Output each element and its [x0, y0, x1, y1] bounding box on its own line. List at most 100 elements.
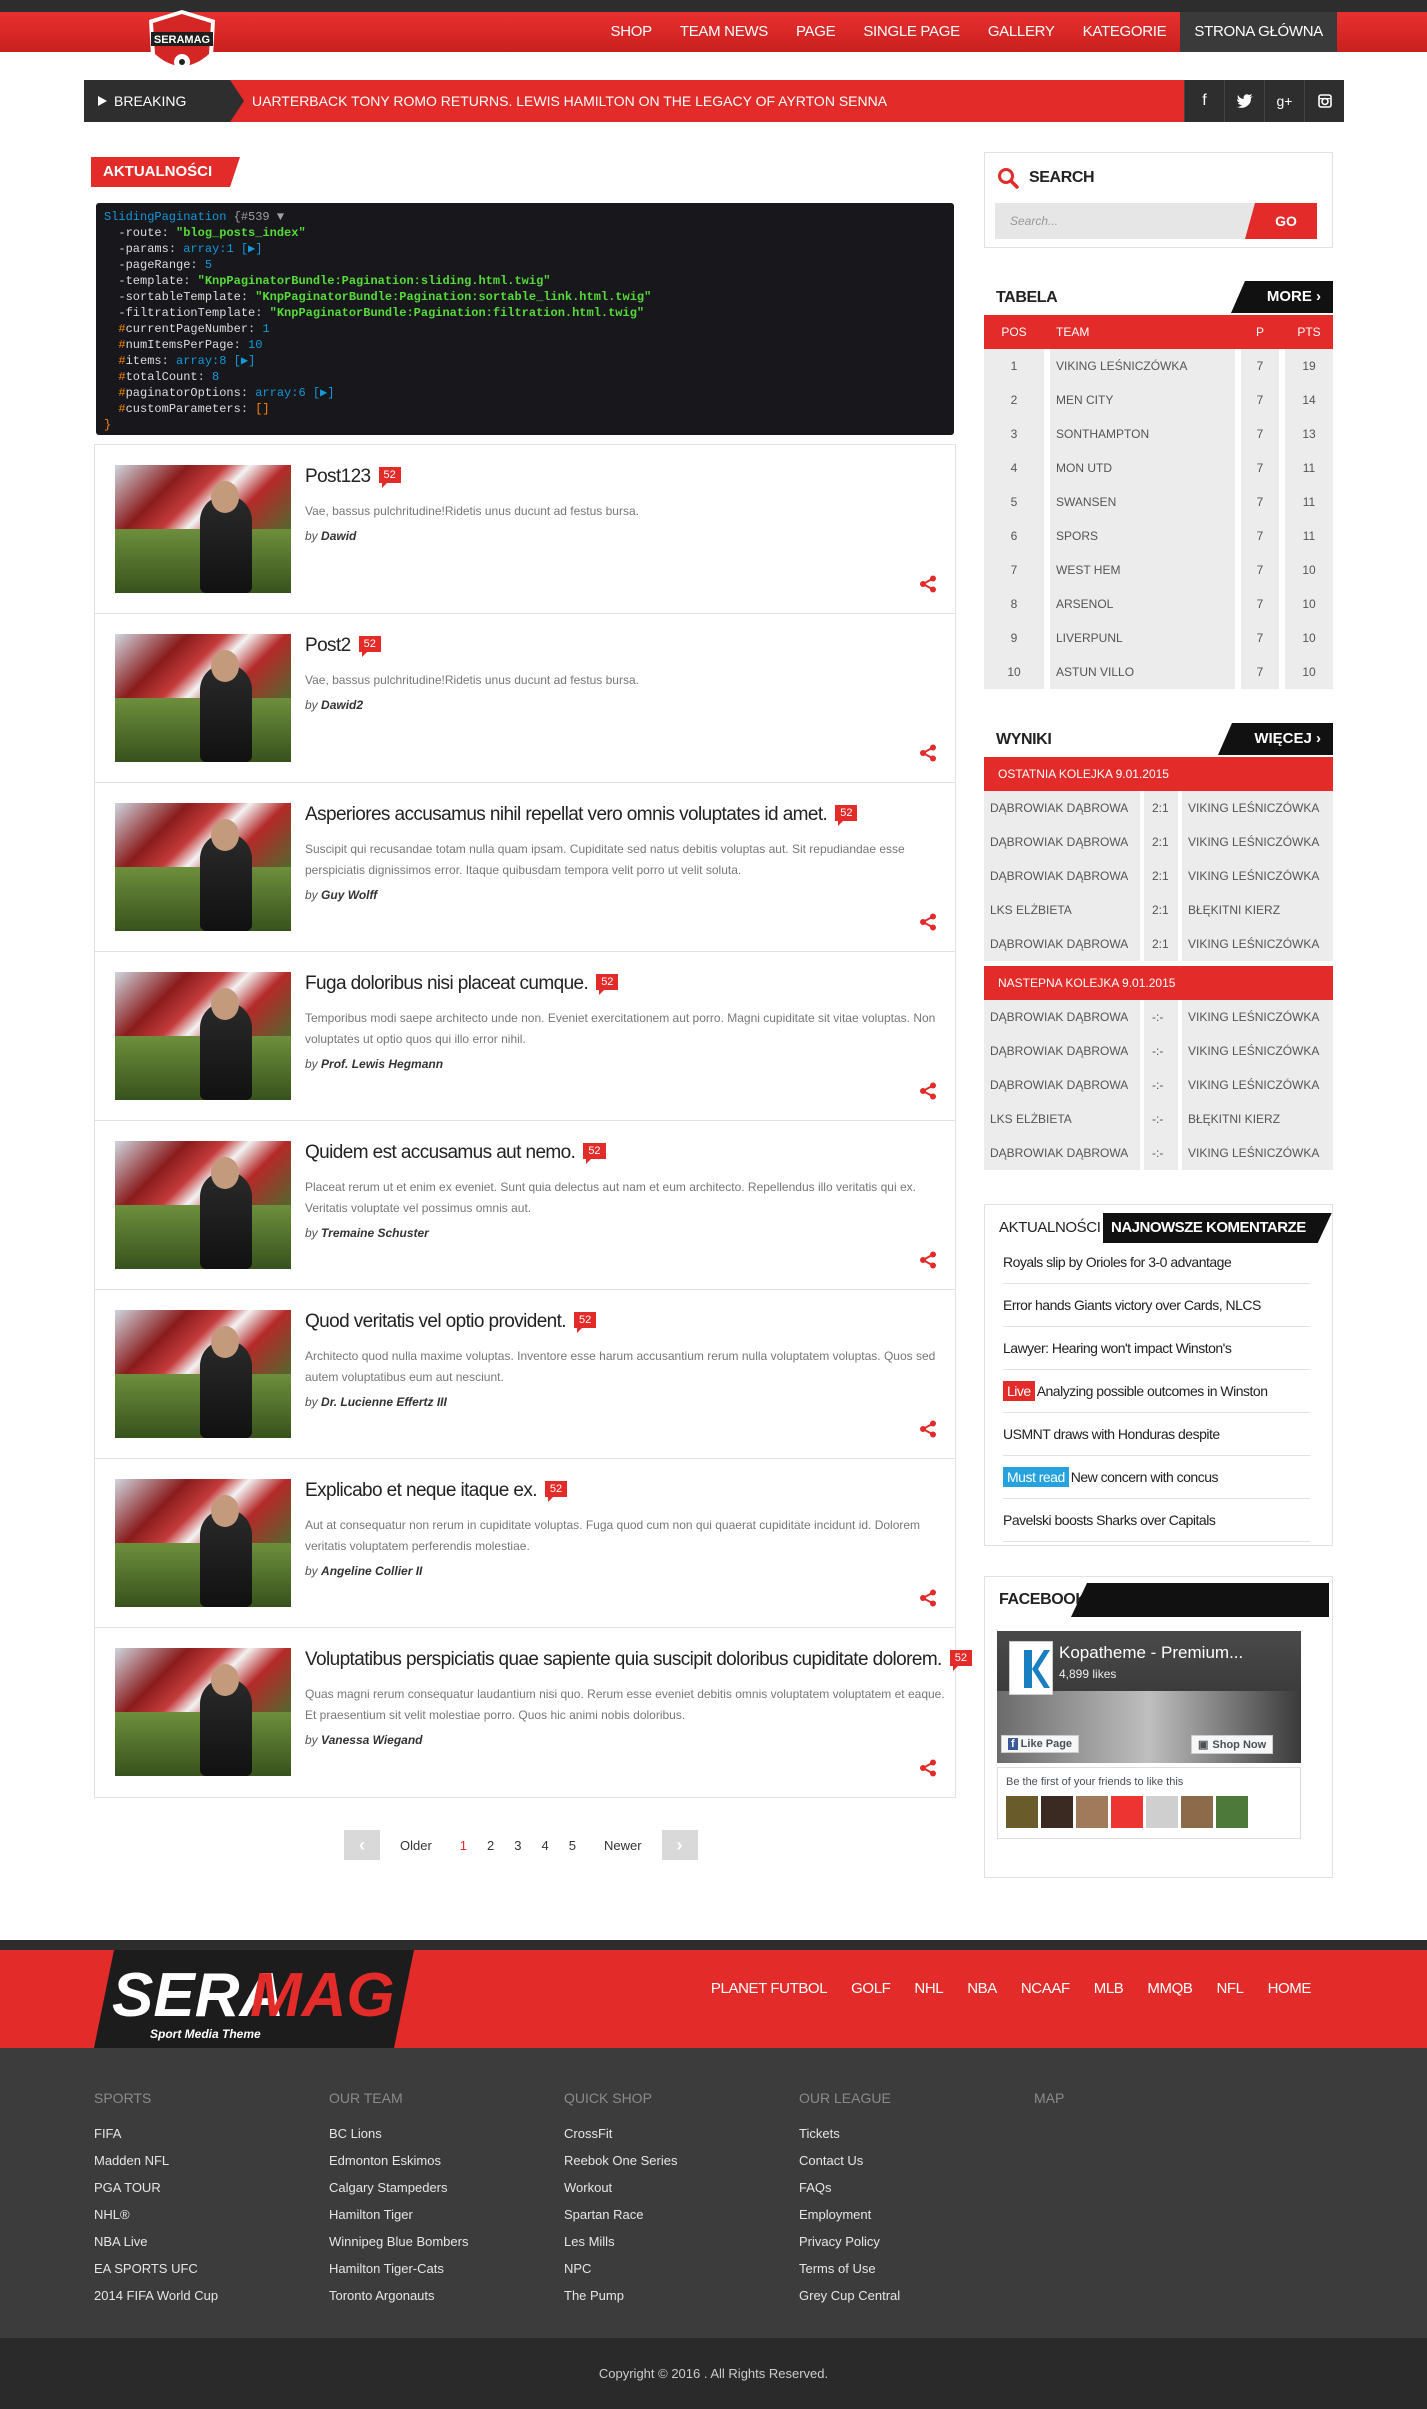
post-thumbnail[interactable] — [115, 1310, 291, 1438]
result-row[interactable]: LKS ELŻBIETA -:- BŁĘKITNI KIERZ — [984, 1102, 1333, 1136]
comment-item[interactable]: Must read New concern with concus — [1003, 1456, 1310, 1499]
share-icon[interactable] — [919, 913, 937, 931]
footer-item-nba[interactable]: NBA — [955, 1980, 1009, 1997]
standings-row[interactable]: 5 SWANSEN 7 11 — [984, 485, 1333, 519]
page-link-4[interactable]: 4 — [532, 1838, 559, 1853]
page-link-5[interactable]: 5 — [559, 1838, 586, 1853]
footer-link[interactable]: FAQs — [799, 2174, 1019, 2201]
footer-item-planet-futbol[interactable]: PLANET FUTBOL — [699, 1980, 839, 1997]
standings-row[interactable]: 3 SONTHAMPTON 7 13 — [984, 417, 1333, 451]
footer-link[interactable]: Contact Us — [799, 2147, 1019, 2174]
comment-count-badge[interactable]: 52 — [949, 1650, 972, 1671]
footer-link[interactable]: The Pump — [564, 2282, 784, 2309]
fb-shop-button[interactable]: ▣ Shop Now — [1191, 1735, 1274, 1754]
googleplus-icon[interactable]: g+ — [1264, 80, 1304, 122]
post-title-text[interactable]: Fuga doloribus nisi placeat cumque. — [305, 973, 589, 994]
standings-row[interactable]: 9 LIVERPUNL 7 10 — [984, 621, 1333, 655]
footer-link[interactable]: Spartan Race — [564, 2201, 784, 2228]
page-link-2[interactable]: 2 — [477, 1838, 504, 1853]
footer-link[interactable]: EA SPORTS UFC — [94, 2255, 314, 2282]
post-title[interactable]: Explicabo et neque itaque ex. 52 — [305, 1480, 568, 1502]
prev-page-button[interactable]: ‹ — [344, 1830, 380, 1860]
comment-text[interactable]: USMNT draws with Honduras despite — [1003, 1426, 1220, 1442]
tab-comments[interactable]: NAJNOWSZE KOMENTARZE — [1103, 1213, 1332, 1243]
footer-link[interactable]: BC Lions — [329, 2120, 549, 2147]
share-icon[interactable] — [919, 1759, 937, 1777]
footer-link[interactable]: Reebok One Series — [564, 2147, 784, 2174]
footer-link[interactable]: Employment — [799, 2201, 1019, 2228]
comment-text[interactable]: Analyzing possible outcomes in Winston — [1037, 1383, 1268, 1399]
nav-item-team-news[interactable]: TEAM NEWS — [666, 12, 782, 52]
share-icon[interactable] — [919, 1251, 937, 1269]
result-row[interactable]: DĄBROWIAK DĄBROWA 2:1 VIKING LEŚNICZÓWKA — [984, 791, 1333, 825]
comment-text[interactable]: New concern with concus — [1071, 1469, 1219, 1485]
result-row[interactable]: DĄBROWIAK DĄBROWA 2:1 VIKING LEŚNICZÓWKA — [984, 825, 1333, 859]
standings-more-button[interactable]: MORE › — [1230, 281, 1333, 313]
comment-text[interactable]: Pavelski boosts Sharks over Capitals — [1003, 1512, 1216, 1528]
nav-item-kategorie[interactable]: KATEGORIE — [1069, 12, 1181, 52]
footer-link[interactable]: Les Mills — [564, 2228, 784, 2255]
post-thumbnail[interactable] — [115, 1141, 291, 1269]
search-go-button[interactable]: GO — [1245, 203, 1317, 239]
footer-item-home[interactable]: HOME — [1256, 1980, 1323, 1997]
nav-item-single-page[interactable]: SINGLE PAGE — [849, 12, 973, 52]
share-icon[interactable] — [919, 744, 937, 762]
nav-item-home[interactable]: STRONA GŁÓWNA — [1180, 12, 1337, 52]
comment-count-badge[interactable]: 52 — [835, 805, 858, 826]
dump-items[interactable]: array:8 [▶] — [176, 354, 255, 368]
facebook-icon[interactable]: f — [1184, 80, 1224, 122]
footer-item-mmqb[interactable]: MMQB — [1135, 1980, 1204, 1997]
footer-item-golf[interactable]: GOLF — [839, 1980, 902, 1997]
post-thumbnail[interactable] — [115, 803, 291, 931]
result-row[interactable]: LKS ELŻBIETA 2:1 BŁĘKITNI KIERZ — [984, 893, 1333, 927]
post-title-text[interactable]: Quidem est accusamus aut nemo. — [305, 1142, 576, 1163]
author-name[interactable]: Angeline Collier II — [321, 1564, 422, 1578]
standings-row[interactable]: 7 WEST HEM 7 10 — [984, 553, 1333, 587]
tab-aktualnosci[interactable]: AKTUALNOŚCI — [999, 1213, 1101, 1243]
footer-link[interactable]: Hamilton Tiger-Cats — [329, 2255, 549, 2282]
post-thumbnail[interactable] — [115, 972, 291, 1100]
post-title-text[interactable]: Post2 — [305, 635, 351, 656]
post-title[interactable]: Post2 52 — [305, 635, 381, 657]
comment-item[interactable]: USMNT draws with Honduras despite — [1003, 1413, 1310, 1456]
site-logo[interactable]: SERAMAG — [143, 8, 221, 86]
footer-item-ncaaf[interactable]: NCAAF — [1009, 1980, 1082, 1997]
post-title-text[interactable]: Post123 — [305, 466, 371, 487]
comment-count-badge[interactable]: 52 — [583, 1143, 606, 1164]
fb-page-name[interactable]: Kopatheme - Premium... — [1059, 1643, 1243, 1663]
footer-link[interactable]: Calgary Stampeders — [329, 2174, 549, 2201]
share-icon[interactable] — [919, 1082, 937, 1100]
comment-item[interactable]: Pavelski boosts Sharks over Capitals — [1003, 1499, 1310, 1542]
standings-row[interactable]: 6 SPORS 7 11 — [984, 519, 1333, 553]
page-link-3[interactable]: 3 — [504, 1838, 531, 1853]
post-title-text[interactable]: Quod veritatis vel optio provident. — [305, 1311, 567, 1332]
results-more-button[interactable]: WIĘCEJ › — [1218, 723, 1333, 755]
comment-text[interactable]: Lawyer: Hearing won't impact Winston's — [1003, 1340, 1232, 1356]
nav-item-shop[interactable]: SHOP — [597, 12, 666, 52]
footer-link[interactable]: NBA Live — [94, 2228, 314, 2255]
footer-item-nhl[interactable]: NHL — [902, 1980, 955, 1997]
standings-row[interactable]: 8 ARSENOL 7 10 — [984, 587, 1333, 621]
comment-item[interactable]: Lawyer: Hearing won't impact Winston's — [1003, 1327, 1310, 1370]
instagram-icon[interactable] — [1304, 80, 1344, 122]
next-page-button[interactable]: › — [661, 1830, 698, 1860]
footer-link[interactable]: Grey Cup Central — [799, 2282, 1019, 2309]
result-row[interactable]: DĄBROWIAK DĄBROWA -:- VIKING LEŚNICZÓWKA — [984, 1000, 1333, 1034]
author-name[interactable]: Guy Wolff — [321, 888, 377, 902]
author-name[interactable]: Dawid — [321, 529, 356, 543]
post-title[interactable]: Post123 52 — [305, 466, 401, 488]
result-row[interactable]: DĄBROWIAK DĄBROWA -:- VIKING LEŚNICZÓWKA — [984, 1034, 1333, 1068]
search-input[interactable]: Search... — [995, 203, 1255, 239]
footer-link[interactable]: Edmonton Eskimos — [329, 2147, 549, 2174]
footer-link[interactable]: Hamilton Tiger — [329, 2201, 549, 2228]
footer-link[interactable]: NHL® — [94, 2201, 314, 2228]
footer-item-mlb[interactable]: MLB — [1082, 1980, 1136, 1997]
footer-link[interactable]: Winnipeg Blue Bombers — [329, 2228, 549, 2255]
result-row[interactable]: DĄBROWIAK DĄBROWA -:- VIKING LEŚNICZÓWKA — [984, 1068, 1333, 1102]
post-title[interactable]: Voluptatibus perspiciatis quae sapiente … — [305, 1649, 972, 1671]
comment-count-badge[interactable]: 52 — [358, 636, 381, 657]
standings-row[interactable]: 2 MEN CITY 7 14 — [984, 383, 1333, 417]
fb-like-button[interactable]: f Like Page — [1001, 1735, 1080, 1753]
facebook-page-card[interactable]: Kopatheme - Premium... 4,899 likes f Like… — [997, 1631, 1301, 1763]
standings-row[interactable]: 4 MON UTD 7 11 — [984, 451, 1333, 485]
